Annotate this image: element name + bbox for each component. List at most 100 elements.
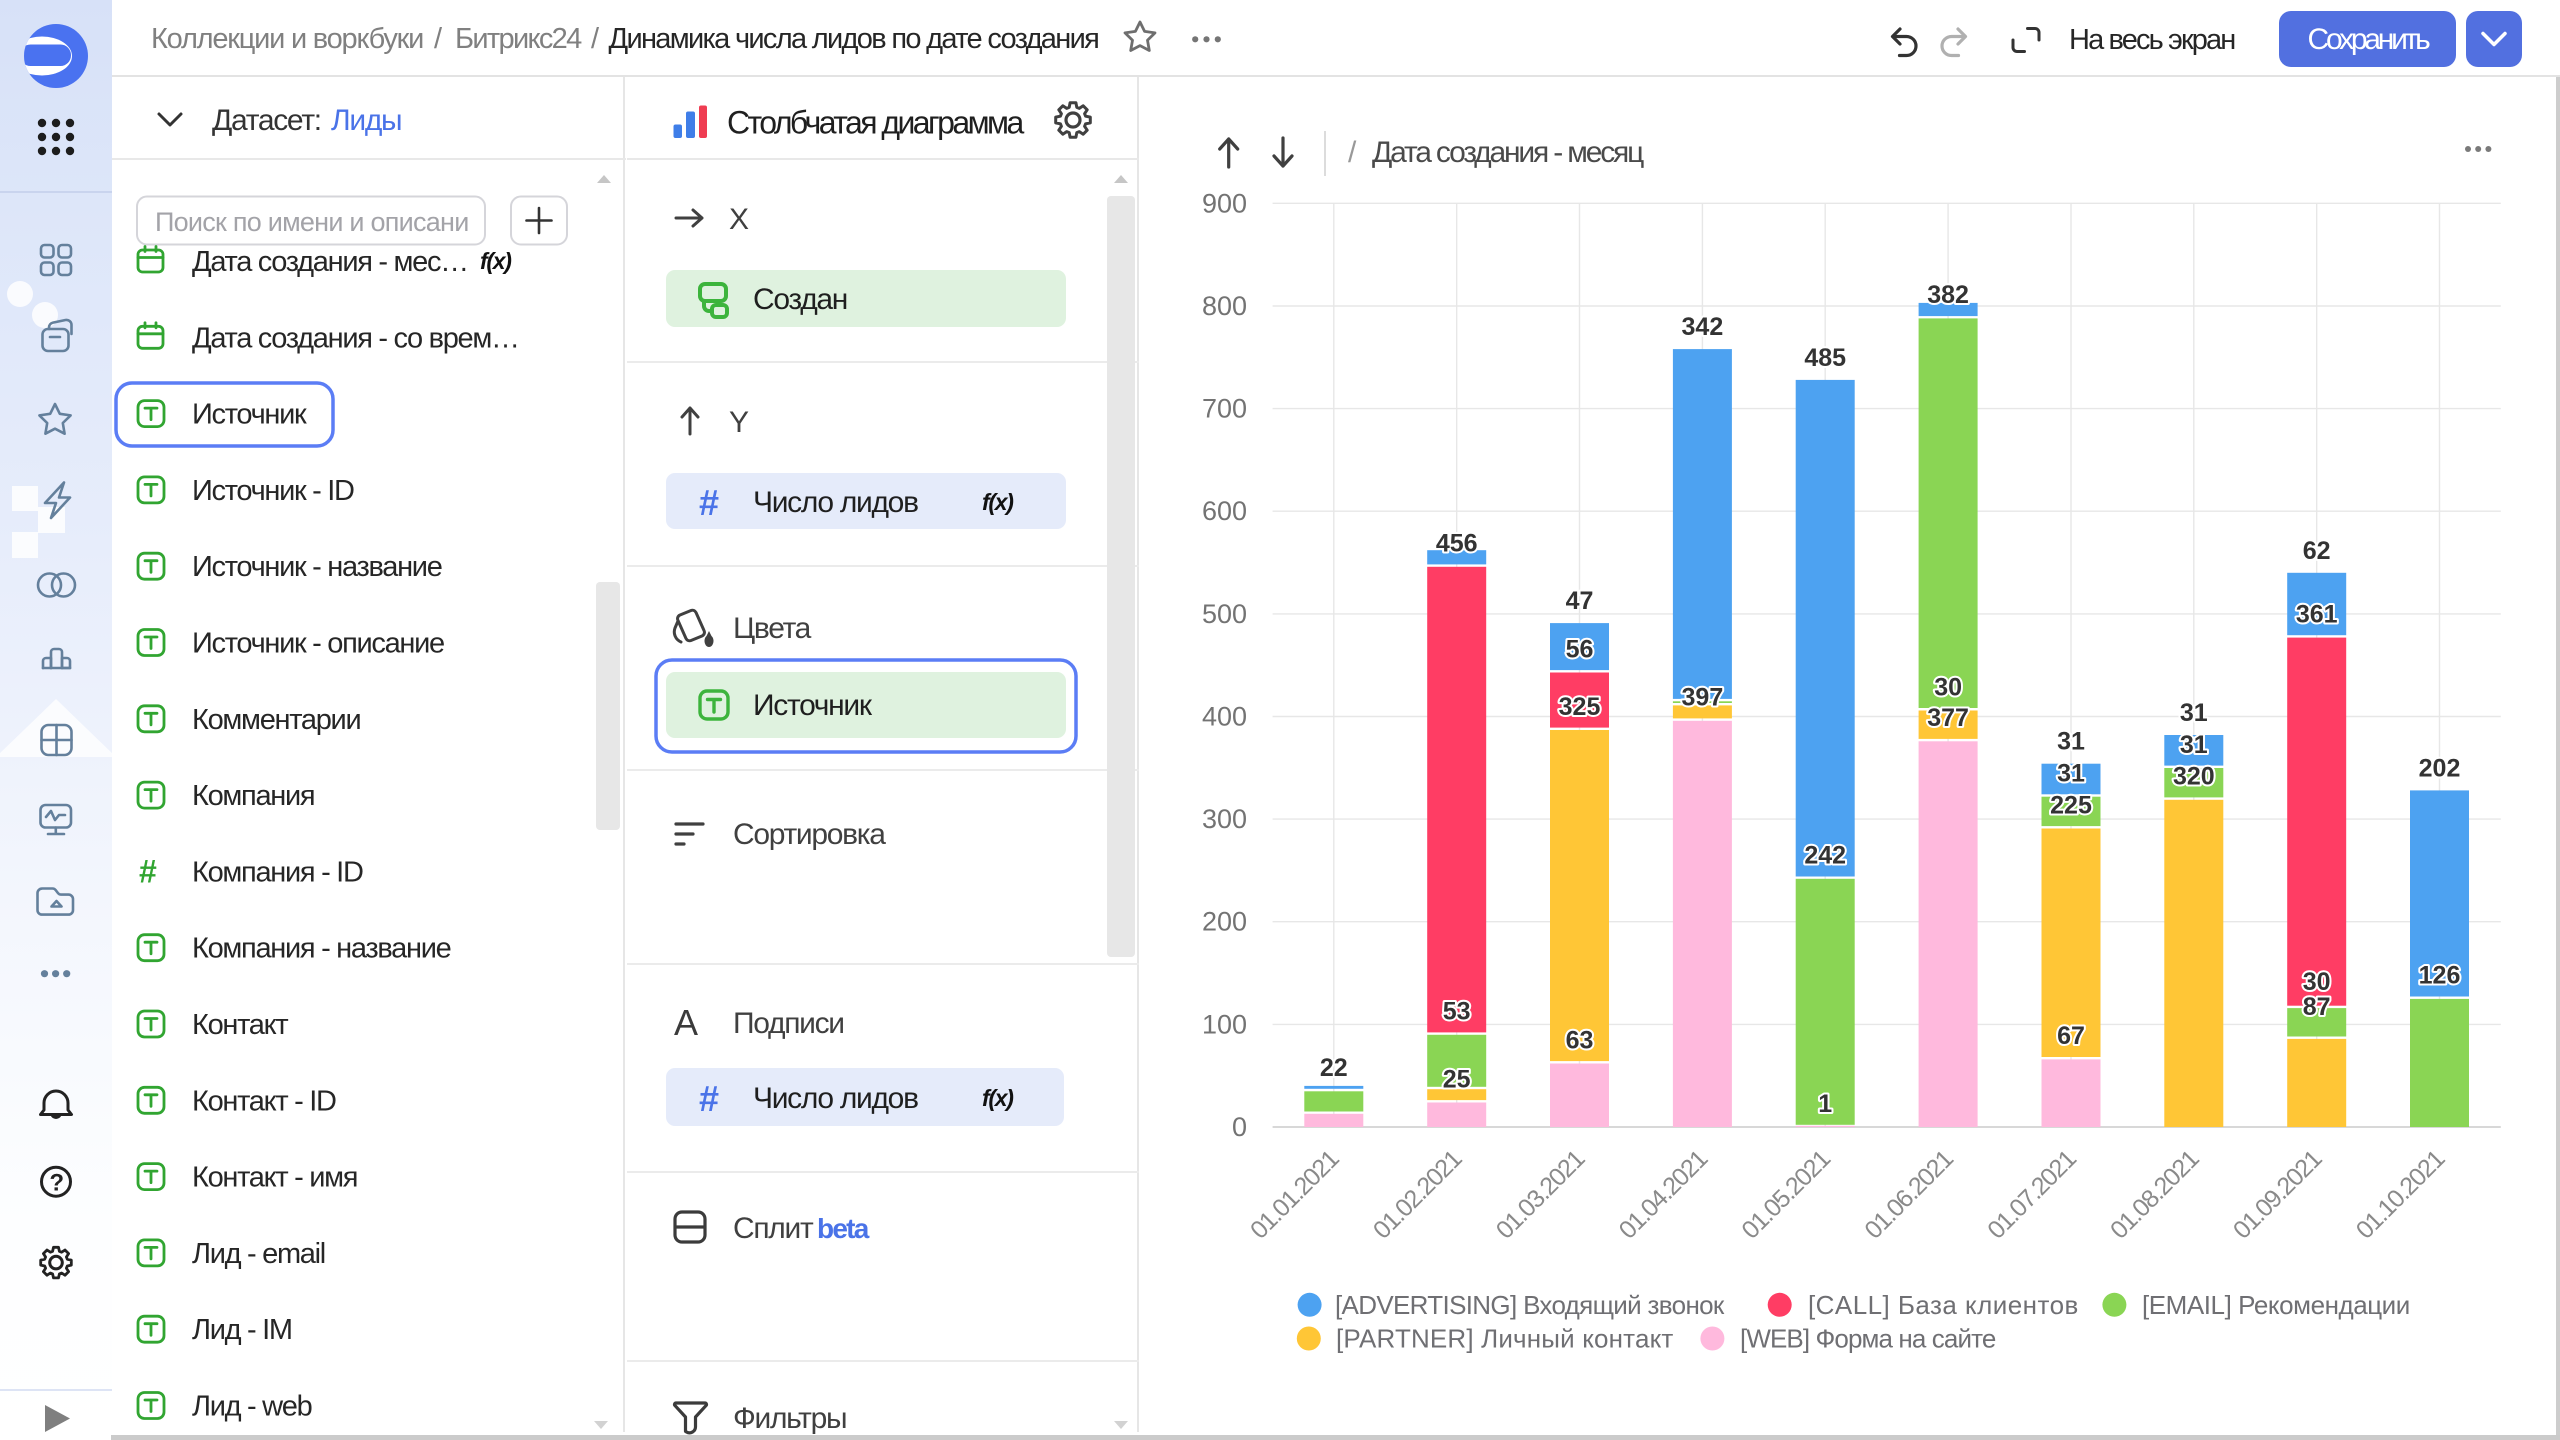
svg-text:На весь экран: На весь экран xyxy=(2069,24,2235,56)
svg-text:31: 31 xyxy=(2057,760,2085,788)
svg-text:31: 31 xyxy=(2057,728,2085,756)
svg-text:25: 25 xyxy=(1443,1065,1471,1093)
svg-text:242: 242 xyxy=(1804,842,1846,870)
svg-text:Сплит: Сплит xyxy=(733,1212,814,1245)
svg-text:Число лидов: Число лидов xyxy=(753,486,918,519)
svg-text:Компания - название: Компания - название xyxy=(192,933,451,965)
svg-text:Лид - IM: Лид - IM xyxy=(192,1314,292,1346)
svg-text:377: 377 xyxy=(1927,704,1969,732)
svg-text:200: 200 xyxy=(1202,907,1247,937)
svg-text:#: # xyxy=(139,853,157,889)
svg-text:01.04.2021: 01.04.2021 xyxy=(1614,1145,1713,1244)
svg-text:01.08.2021: 01.08.2021 xyxy=(2105,1145,2204,1244)
svg-text:Дата создания - мес…: Дата создания - мес… xyxy=(192,246,468,278)
svg-text:[CALL] База клиентов: [CALL] База клиентов xyxy=(1808,1290,2077,1320)
svg-text:30: 30 xyxy=(1934,673,1962,701)
svg-text:30: 30 xyxy=(2303,968,2331,996)
svg-text:Коллекции и воркбуки: Коллекции и воркбуки xyxy=(151,23,423,55)
svg-text:325: 325 xyxy=(1559,693,1601,721)
svg-text:[WEB] Форма на сайте: [WEB] Форма на сайте xyxy=(1740,1324,1996,1354)
svg-text:0: 0 xyxy=(1232,1112,1247,1142)
svg-text:f(x): f(x) xyxy=(982,489,1013,515)
svg-text:Сортировка: Сортировка xyxy=(733,818,886,851)
svg-text:56: 56 xyxy=(1566,635,1594,663)
svg-text:A: A xyxy=(674,1002,698,1043)
svg-text:900: 900 xyxy=(1202,188,1247,218)
svg-text:Лид - email: Лид - email xyxy=(192,1238,325,1270)
svg-text:Динамика числа лидов по дате с: Динамика числа лидов по дате создания xyxy=(609,23,1099,55)
svg-text:Источник - название: Источник - название xyxy=(192,551,442,583)
svg-text:Датасет:: Датасет: xyxy=(212,104,321,137)
svg-text:Контакт - ID: Контакт - ID xyxy=(192,1085,336,1117)
svg-text:Источник - описание: Источник - описание xyxy=(192,628,444,660)
svg-text:361: 361 xyxy=(2296,600,2338,628)
svg-text:Комментарии: Комментарии xyxy=(192,704,360,736)
svg-text:Источник - ID: Источник - ID xyxy=(192,475,354,507)
svg-text:[EMAIL] Рекомендации: [EMAIL] Рекомендации xyxy=(2142,1290,2409,1320)
svg-text:500: 500 xyxy=(1202,599,1247,629)
svg-text:397: 397 xyxy=(1682,684,1724,712)
svg-text:1: 1 xyxy=(1818,1090,1832,1118)
svg-text:/: / xyxy=(434,23,443,55)
svg-text:Создан: Создан xyxy=(753,283,847,316)
svg-text:62: 62 xyxy=(2303,537,2331,565)
svg-text:225: 225 xyxy=(2050,791,2092,819)
svg-text:Контакт - имя: Контакт - имя xyxy=(192,1162,357,1194)
svg-text:Дата создания - месяц: Дата создания - месяц xyxy=(1372,136,1644,169)
svg-text:Контакт: Контакт xyxy=(192,1009,288,1041)
svg-text:Сохранить: Сохранить xyxy=(2308,23,2431,56)
svg-text:22: 22 xyxy=(1320,1054,1348,1082)
svg-text:beta: beta xyxy=(817,1213,870,1244)
svg-text:400: 400 xyxy=(1202,702,1247,732)
svg-text:Подписи: Подписи xyxy=(733,1007,844,1040)
svg-text:485: 485 xyxy=(1804,344,1846,372)
svg-text:31: 31 xyxy=(2180,699,2208,727)
svg-text:600: 600 xyxy=(1202,496,1247,526)
svg-text:01.06.2021: 01.06.2021 xyxy=(1859,1145,1958,1244)
svg-text:Источник: Источник xyxy=(753,689,873,722)
svg-text:01.02.2021: 01.02.2021 xyxy=(1368,1145,1467,1244)
svg-text:382: 382 xyxy=(1927,281,1969,309)
svg-text:53: 53 xyxy=(1443,998,1471,1026)
svg-text:#: # xyxy=(699,482,719,523)
svg-text:Дата создания - со врем…: Дата создания - со врем… xyxy=(192,322,519,354)
svg-text:320: 320 xyxy=(2173,763,2215,791)
svg-text:01.03.2021: 01.03.2021 xyxy=(1491,1145,1590,1244)
svg-text:?: ? xyxy=(49,1170,63,1197)
svg-text:47: 47 xyxy=(1566,587,1594,615)
svg-text:01.05.2021: 01.05.2021 xyxy=(1736,1145,1835,1244)
svg-text:01.10.2021: 01.10.2021 xyxy=(2351,1145,2450,1244)
svg-text:/: / xyxy=(591,23,600,55)
svg-text:Компания - ID: Компания - ID xyxy=(192,856,363,888)
svg-text:01.07.2021: 01.07.2021 xyxy=(1982,1145,2081,1244)
svg-text:Компания: Компания xyxy=(192,780,314,812)
svg-text:202: 202 xyxy=(2419,754,2461,782)
svg-text:342: 342 xyxy=(1682,313,1724,341)
svg-text:Лиды: Лиды xyxy=(331,104,401,137)
svg-text:456: 456 xyxy=(1436,530,1478,558)
svg-text:31: 31 xyxy=(2180,731,2208,759)
svg-text:/: / xyxy=(1348,136,1357,169)
svg-text:[ADVERTISING] Входящий звонок: [ADVERTISING] Входящий звонок xyxy=(1335,1290,1725,1320)
svg-text:Лид - web: Лид - web xyxy=(192,1391,312,1423)
svg-text:126: 126 xyxy=(2419,962,2461,990)
svg-text:Цвета: Цвета xyxy=(733,612,812,645)
svg-text:Поиск по имени и описани: Поиск по имени и описани xyxy=(155,207,468,237)
svg-text:Число лидов: Число лидов xyxy=(753,1082,918,1115)
svg-text:87: 87 xyxy=(2303,993,2331,1021)
svg-text:f(x): f(x) xyxy=(982,1085,1013,1111)
svg-text:63: 63 xyxy=(1566,1026,1594,1054)
svg-text:Фильтры: Фильтры xyxy=(733,1402,846,1435)
svg-text:67: 67 xyxy=(2057,1022,2085,1050)
svg-text:800: 800 xyxy=(1202,291,1247,321)
svg-text:Битрикс24: Битрикс24 xyxy=(455,23,582,55)
svg-text:[PARTNER] Личный контакт: [PARTNER] Личный контакт xyxy=(1336,1324,1673,1354)
svg-text:01.01.2021: 01.01.2021 xyxy=(1245,1145,1344,1244)
svg-text:Столбчатая диаграмма: Столбчатая диаграмма xyxy=(727,105,1025,141)
svg-text:Источник: Источник xyxy=(192,399,307,431)
svg-text:#: # xyxy=(699,1078,719,1119)
svg-text:f(x): f(x) xyxy=(480,248,511,274)
svg-text:700: 700 xyxy=(1202,394,1247,424)
svg-text:01.09.2021: 01.09.2021 xyxy=(2228,1145,2327,1244)
svg-text:100: 100 xyxy=(1202,1009,1247,1039)
